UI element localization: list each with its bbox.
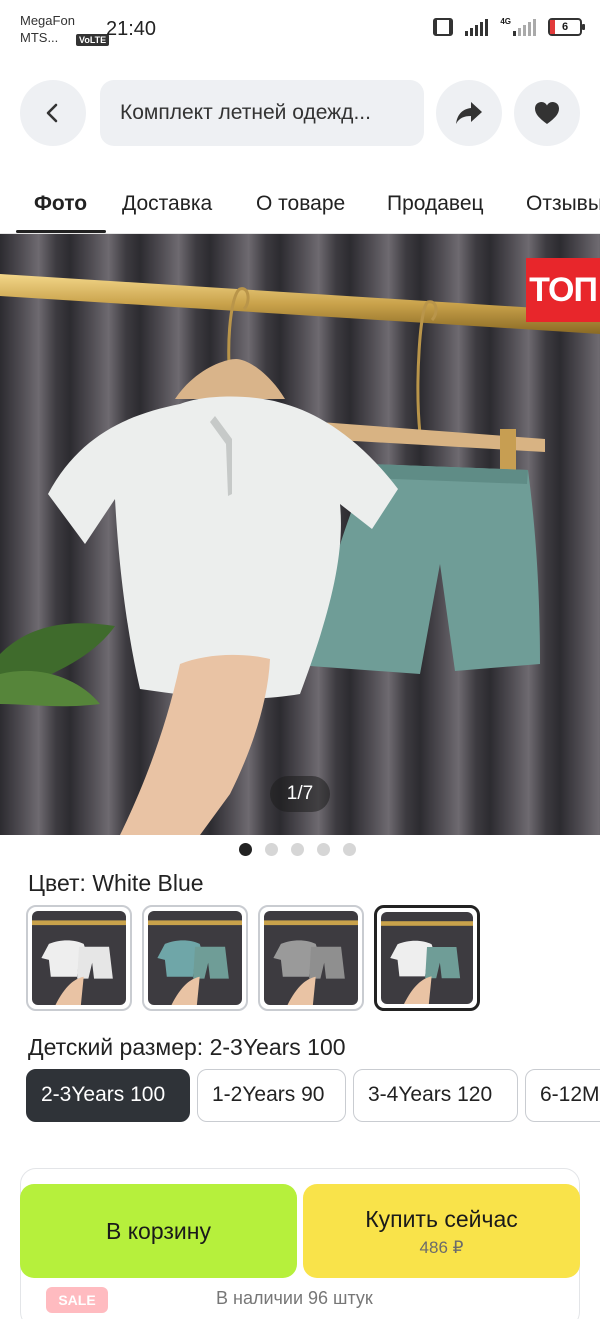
carrier-1: MegaFon [20, 13, 75, 28]
battery-icon: 6 [548, 18, 585, 36]
gallery-dot[interactable] [238, 843, 252, 856]
color-swatches [26, 905, 480, 1011]
color-option-white[interactable] [26, 905, 132, 1011]
back-button[interactable] [20, 80, 86, 146]
size-option[interactable]: 2-3Years 100 [26, 1069, 190, 1122]
gallery-dot[interactable] [290, 843, 304, 856]
share-icon [456, 102, 482, 124]
signal-2-icon [513, 18, 536, 36]
tab-delivery[interactable]: Доставка [122, 192, 212, 216]
share-button[interactable] [436, 80, 502, 146]
size-options: 2-3Years 100 1-2Years 90 3-4Years 120 6-… [26, 1069, 600, 1123]
carrier-2: MTS... [20, 30, 59, 45]
buy-now-button[interactable]: Купить сейчас 486 ₽ [303, 1184, 580, 1278]
gallery-dot[interactable] [342, 843, 356, 856]
tab-reviews[interactable]: Отзывы [526, 192, 600, 216]
tab-about[interactable]: О товаре [256, 192, 345, 216]
heart-icon [535, 102, 559, 124]
size-option[interactable]: 1-2Years 90 [197, 1069, 346, 1122]
image-counter: 1/7 [270, 776, 330, 812]
vibrate-icon [433, 18, 454, 36]
size-option[interactable]: 3-4Years 120 [353, 1069, 518, 1122]
favorite-button[interactable] [514, 80, 580, 146]
size-label: Детский размер: 2-3Years 100 [28, 1034, 346, 1060]
top-badge: ТОП [526, 258, 600, 322]
product-image [0, 234, 600, 835]
tab-photo[interactable]: Фото [34, 192, 87, 216]
stock-text: В наличии 96 штук [216, 1288, 373, 1308]
color-label: Цвет: White Blue [28, 870, 204, 896]
tab-seller[interactable]: Продавец [387, 192, 484, 216]
carrier-info: MegaFon MTS... [20, 12, 75, 46]
swatch-image [381, 912, 473, 1004]
tab-bar: Фото Доставка О товаре Продавец Отзывы [0, 176, 600, 234]
network-type: 4G [500, 16, 511, 26]
swatch-image [148, 911, 242, 1005]
sale-badge: SALE [46, 1287, 108, 1313]
size-option[interactable]: 6-12M [525, 1069, 600, 1122]
clock: 21:40 [106, 18, 157, 40]
add-to-cart-button[interactable]: В корзину [20, 1184, 297, 1278]
swatch-image [264, 911, 358, 1005]
swatch-image [32, 911, 126, 1005]
product-photo[interactable] [0, 234, 600, 835]
status-bar: MegaFon MTS... VoLTE 21:40 4G 6 [0, 0, 600, 60]
price: 486 ₽ [419, 1238, 464, 1257]
volte-icon: VoLTE [76, 34, 110, 46]
search-input[interactable]: Комплект летней одежд... [100, 80, 424, 146]
status-icons: 4G 6 [433, 16, 585, 36]
buy-now-label: Купить сейчас [365, 1206, 518, 1232]
gallery-dots [0, 843, 600, 856]
gallery-dot[interactable] [316, 843, 330, 856]
signal-icon [465, 18, 489, 36]
battery-level: 6 [561, 21, 569, 33]
color-option-white-blue[interactable] [374, 905, 480, 1011]
color-option-grey[interactable] [258, 905, 364, 1011]
gallery-dot[interactable] [264, 843, 278, 856]
chevron-left-icon [46, 103, 58, 123]
color-option-blue[interactable] [142, 905, 248, 1011]
